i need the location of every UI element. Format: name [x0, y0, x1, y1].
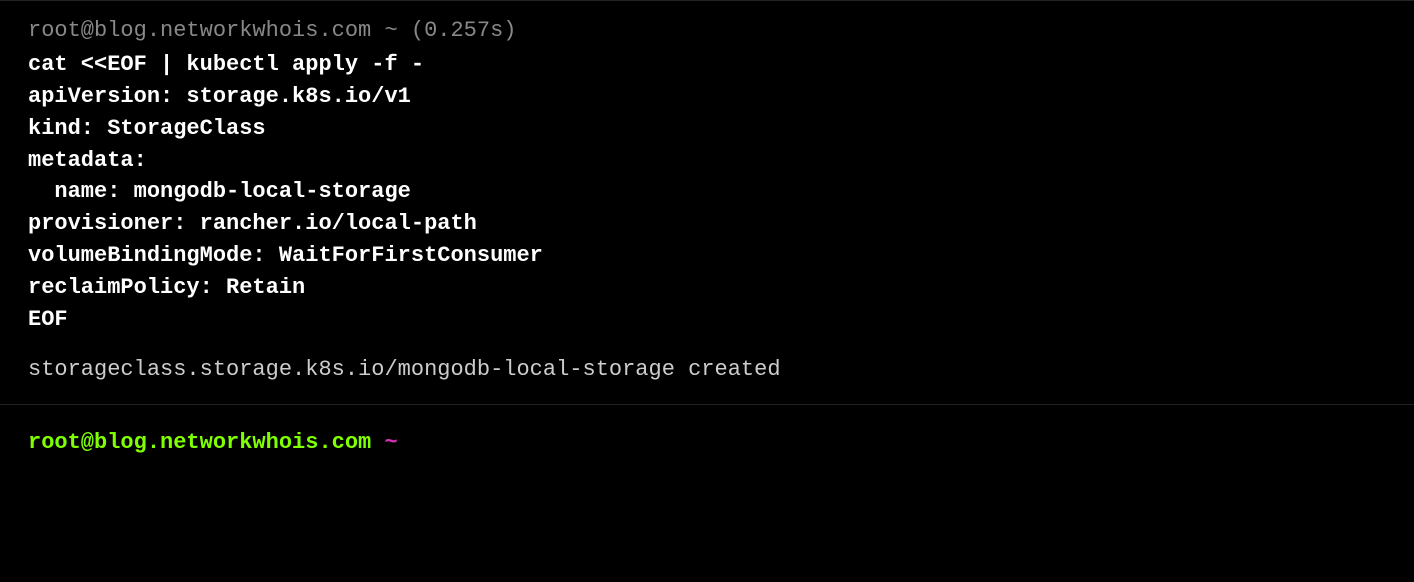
command-text: cat <<EOF | kubectl apply -f - apiVersio… — [28, 49, 1386, 336]
active-prompt-block[interactable]: root@blog.networkwhois.com ~ — [0, 404, 1414, 477]
prompt-header: root@blog.networkwhois.com ~ (0.257s) — [28, 15, 1386, 47]
command-output: storageclass.storage.k8s.io/mongodb-loca… — [28, 354, 1386, 386]
active-prompt: root@blog.networkwhois.com ~ — [28, 430, 398, 455]
command-block: root@blog.networkwhois.com ~ (0.257s) ca… — [0, 0, 1414, 404]
terminal-window: root@blog.networkwhois.com ~ (0.257s) ca… — [0, 0, 1414, 477]
prompt-user-host: root@blog.networkwhois.com — [28, 430, 384, 455]
prompt-path: ~ — [384, 430, 397, 455]
